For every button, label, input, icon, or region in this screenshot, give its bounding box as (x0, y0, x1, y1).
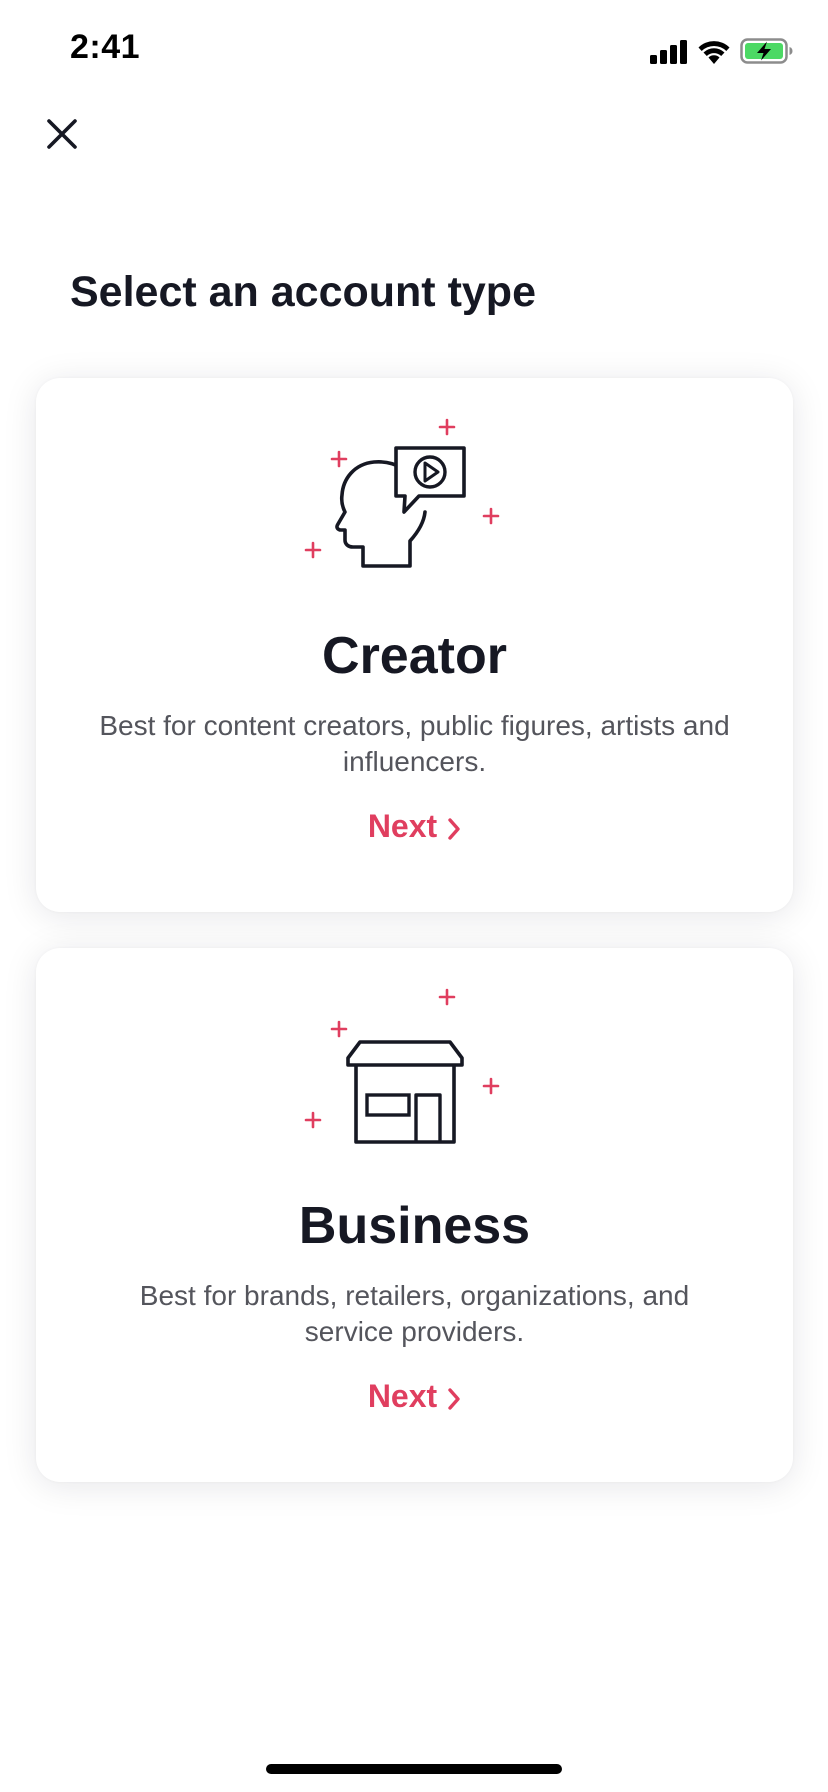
next-label: Next (367, 1378, 438, 1414)
creator-next-button[interactable]: Next (36, 808, 793, 845)
creator-card-description: Best for content creators, public figure… (99, 710, 730, 777)
cellular-signal-icon (650, 40, 687, 64)
chevron-right-icon (448, 817, 460, 840)
creator-head-video-icon (304, 418, 500, 568)
creator-account-card[interactable]: Creator Best for content creators, publi… (36, 378, 793, 912)
sparkle-icon (304, 988, 500, 1129)
business-card-title: Business (298, 1197, 531, 1255)
creator-card-title: Creator (322, 627, 507, 685)
battery-charging-icon (740, 38, 793, 64)
next-label: Next (367, 808, 438, 844)
page-title: Select an account type (70, 268, 536, 316)
business-next-button[interactable]: Next (36, 1378, 793, 1415)
business-card-description: Best for brands, retailers, organization… (139, 1280, 690, 1347)
wifi-icon (698, 41, 730, 64)
close-button[interactable] (40, 112, 84, 156)
business-account-card[interactable]: Business Best for brands, retailers, org… (36, 948, 793, 1482)
storefront-icon (304, 988, 500, 1144)
status-icons (650, 36, 794, 64)
status-time: 2:41 (70, 28, 141, 66)
close-icon (47, 119, 77, 149)
chevron-right-icon (448, 1387, 460, 1410)
home-indicator[interactable] (266, 1764, 562, 1774)
status-bar: 2:41 (0, 0, 828, 100)
